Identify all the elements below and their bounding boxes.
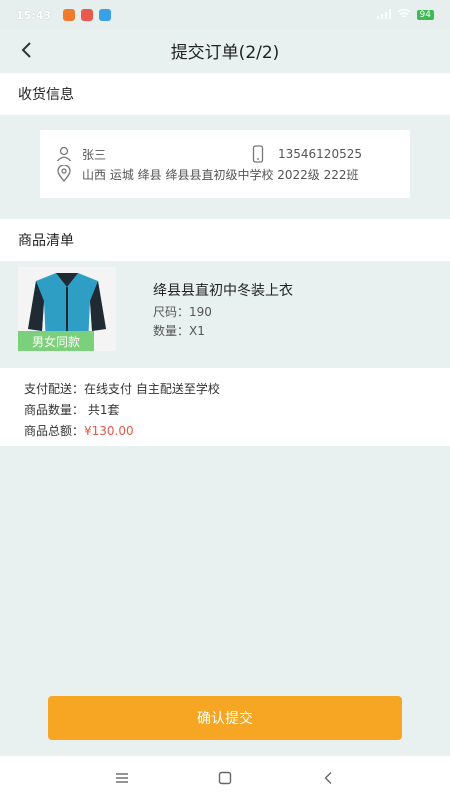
product-name: 绛县县直初中冬装上衣 (153, 283, 293, 299)
product-size: 尺码：190 (153, 305, 212, 319)
recipient-address: 山西 运城 绛县 绛县县直初级中学校 2022级 222班 (82, 167, 359, 182)
total-line: 商品总额： ¥130.00 (24, 420, 450, 441)
contact-row: 张三 13546120525 (56, 144, 394, 164)
recipient-name: 张三 (82, 147, 107, 162)
notification-icons (63, 9, 112, 21)
signal-icon (376, 8, 391, 22)
system-nav-bar (0, 756, 450, 800)
page-header: 提交订单(2/2) (0, 30, 450, 70)
phone-group: 13546120525 (252, 145, 362, 163)
payment-delivery-line: 支付配送：在线支付 自主配送至学校 (24, 382, 220, 396)
address-card[interactable]: 张三 13546120525 山西 运城 绛县 绛县县直初级中学校 2022级 … (40, 130, 410, 198)
status-bar: 15:43 94 (0, 0, 450, 30)
status-time: 15:43 (16, 8, 52, 22)
shipping-area: 张三 13546120525 山西 运城 绛县 绛县县直初级中学校 2022级 … (0, 115, 450, 219)
confirm-submit-button[interactable]: 确认提交 (48, 696, 402, 740)
home-icon (218, 771, 232, 785)
order-summary: 支付配送：在线支付 自主配送至学校 商品数量： 共1套 商品总额： ¥130.0… (0, 368, 450, 446)
nav-home-button[interactable] (210, 763, 240, 793)
wifi-icon (397, 8, 411, 22)
back-button[interactable] (12, 36, 40, 64)
address-row: 山西 运城 绛县 绛县县直初级中学校 2022级 222班 (56, 164, 394, 184)
battery-icon: 94 (416, 10, 434, 20)
shipping-section-title: 收货信息 (0, 73, 450, 115)
location-pin-icon (56, 165, 76, 183)
menu-icon (115, 773, 128, 783)
phone-icon (252, 145, 272, 163)
unisex-tag: 男女同款 (18, 331, 94, 351)
item-count-line: 商品数量： 共1套 (24, 403, 120, 417)
app-notification-icon (81, 9, 94, 21)
recipient-phone: 13546120525 (278, 147, 362, 161)
total-label: 商品总额： (24, 424, 85, 438)
nav-menu-button[interactable] (107, 763, 137, 793)
goods-section-title: 商品清单 (0, 219, 450, 261)
total-price: ¥130.00 (84, 423, 134, 438)
nav-back-button[interactable] (313, 763, 343, 793)
product-image: 男女同款 (18, 267, 116, 351)
chevron-left-icon (21, 42, 31, 58)
person-icon (56, 145, 76, 163)
status-right: 94 (376, 8, 434, 22)
goods-item[interactable]: 男女同款 绛县县直初中冬装上衣 尺码：190 数量：X1 (0, 262, 450, 366)
product-quantity: 数量：X1 (153, 324, 205, 338)
page-title: 提交订单(2/2) (170, 42, 280, 63)
app-notification-icon (99, 9, 112, 21)
back-icon (324, 772, 332, 784)
app-notification-icon (63, 9, 76, 21)
